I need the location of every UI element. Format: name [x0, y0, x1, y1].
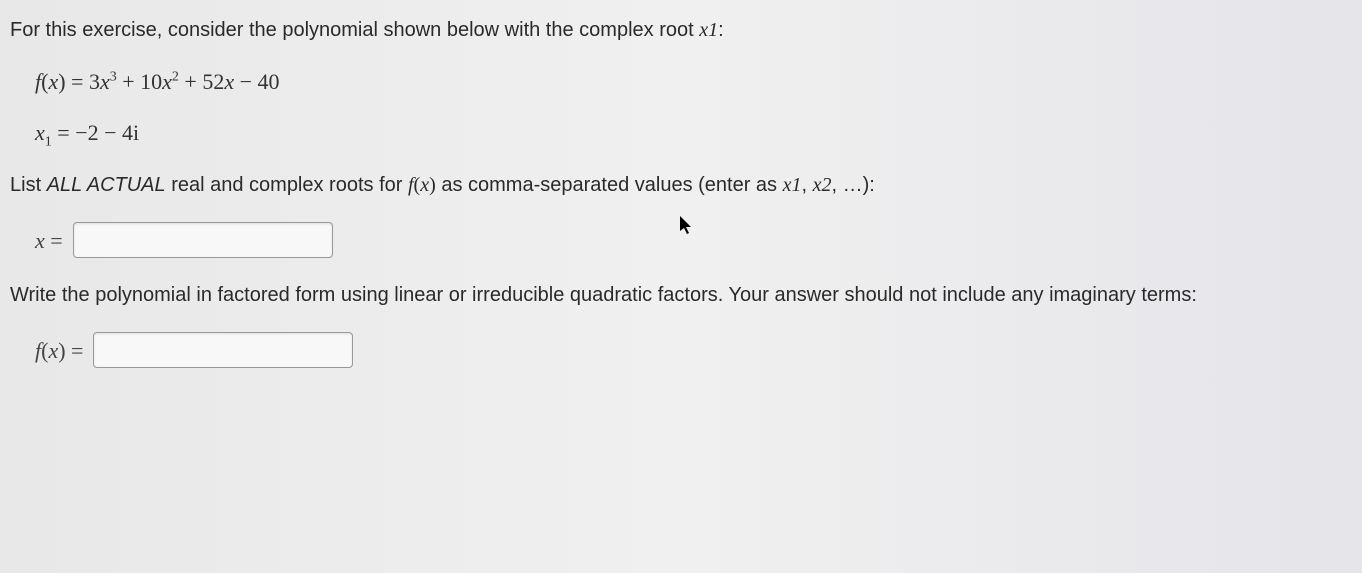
- intro-suffix: :: [718, 19, 724, 41]
- polynomial-expression: f(x) = 3x3 + 10x2 + 52x − 40: [35, 65, 1352, 98]
- all-actual-emphasis: ALL ACTUAL: [47, 174, 166, 196]
- intro-root-sub: 1: [708, 19, 718, 41]
- intro-prefix: For this exercise, consider the polynomi…: [10, 19, 699, 41]
- cursor-icon: [680, 215, 696, 245]
- intro-text: For this exercise, consider the polynomi…: [10, 15, 1352, 45]
- factored-input-label: f(x) =: [35, 334, 83, 367]
- roots-input-label: x =: [35, 224, 63, 257]
- question1-text: List ALL ACTUAL real and complex roots f…: [10, 170, 1352, 200]
- given-root-expression: x1 = −2 − 4i: [35, 116, 1352, 152]
- roots-input[interactable]: [73, 222, 333, 258]
- intro-root-var: x: [699, 19, 708, 41]
- question2-text: Write the polynomial in factored form us…: [10, 280, 1352, 310]
- factored-input[interactable]: [93, 332, 353, 368]
- factored-input-row: f(x) =: [35, 332, 1352, 368]
